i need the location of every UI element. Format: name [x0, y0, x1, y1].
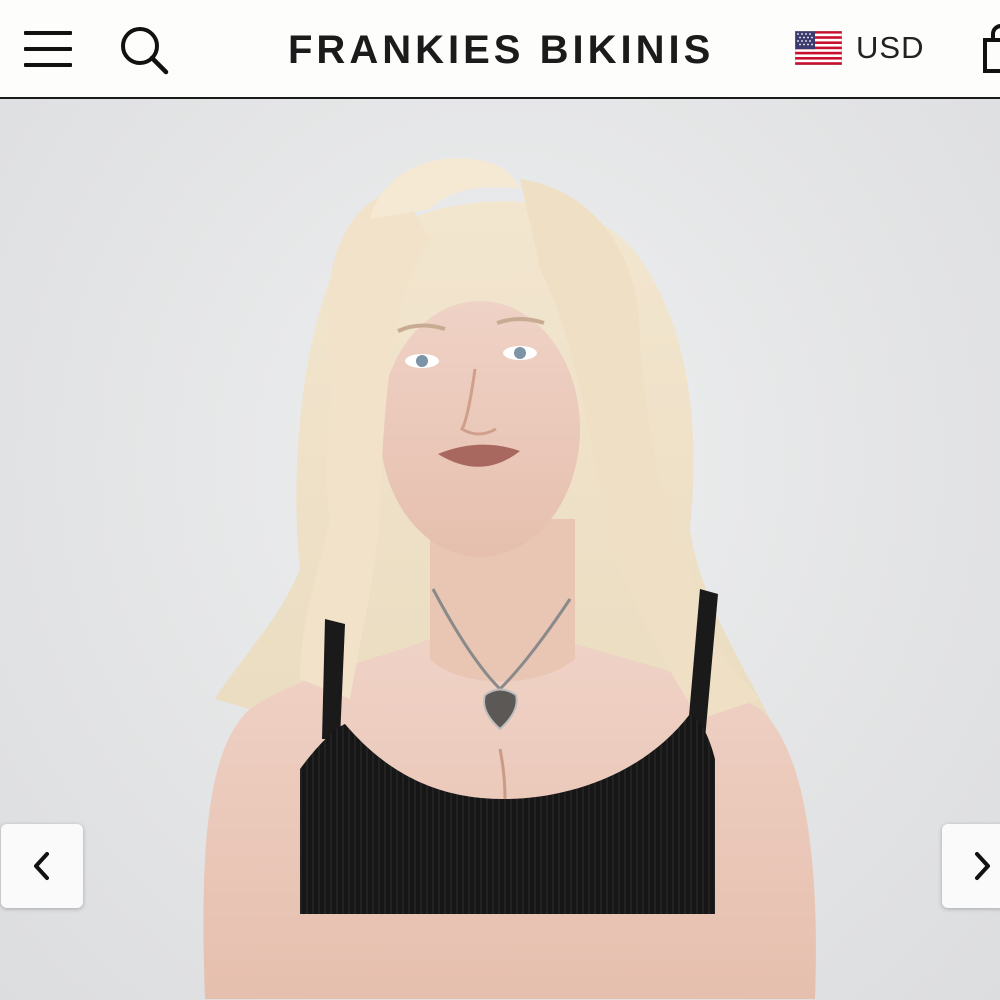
site-header: FRANKIES BIKINIS USD: [0, 0, 1000, 99]
brand-logo[interactable]: FRANKIES BIKINIS: [288, 26, 714, 74]
hamburger-menu-icon[interactable]: [24, 29, 72, 69]
search-icon[interactable]: [118, 25, 170, 75]
chevron-left-icon: [34, 852, 49, 880]
shopping-bag-icon[interactable]: [982, 24, 1000, 74]
chevron-right-icon: [975, 852, 990, 880]
us-flag-icon: [795, 31, 842, 65]
currency-label: USD: [856, 30, 925, 65]
product-photo-illustration: [203, 158, 816, 999]
gallery-prev-button[interactable]: [1, 824, 83, 908]
currency-selector[interactable]: USD: [795, 28, 924, 68]
product-image: [0, 99, 1000, 1000]
gallery-next-button[interactable]: [942, 824, 1000, 908]
